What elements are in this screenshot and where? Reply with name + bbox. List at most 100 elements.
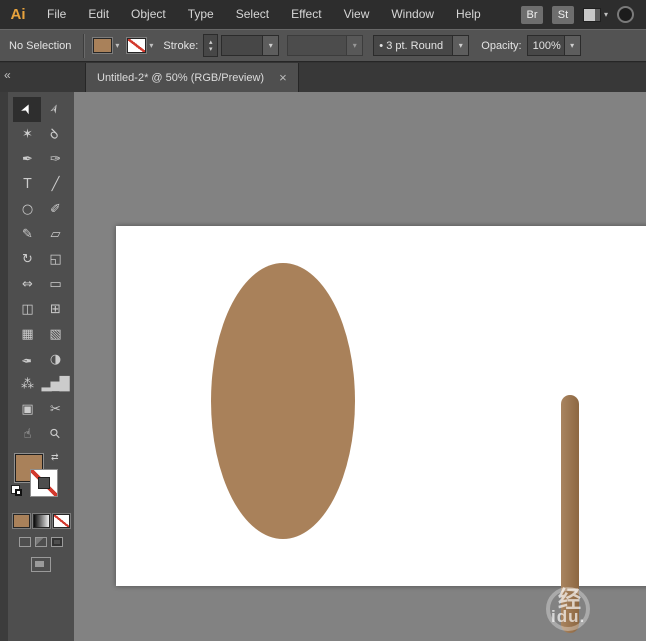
drawing-mode-row bbox=[8, 537, 74, 547]
fill-color-picker[interactable]: ▾ bbox=[93, 38, 119, 53]
none-button[interactable] bbox=[53, 514, 70, 528]
tools-panel: ➤➢✶ρ✒✑T╱○✐✎▱↻◱⇔▭◫⊞▦▧✒◑⁂▂▅█▣✂☝⚲ ⇄ bbox=[8, 92, 74, 641]
paintbrush-tool[interactable]: ✐ bbox=[41, 197, 69, 222]
gradient-button[interactable] bbox=[33, 514, 50, 528]
stroke-swatch[interactable] bbox=[31, 470, 57, 496]
gradient-tool[interactable]: ▧ bbox=[41, 322, 69, 347]
eraser-icon: ▱ bbox=[51, 227, 60, 242]
eraser-tool[interactable]: ▱ bbox=[41, 222, 69, 247]
chevron-down-icon: ▾ bbox=[346, 36, 362, 55]
menu-bar: Ai FileEditObjectTypeSelectEffectViewWin… bbox=[0, 0, 646, 29]
brown-ellipse-shape[interactable] bbox=[211, 263, 355, 539]
close-icon[interactable]: × bbox=[279, 71, 287, 84]
blend-tool[interactable]: ◑ bbox=[41, 347, 69, 372]
lasso-tool[interactable]: ρ bbox=[41, 122, 69, 147]
menu-help[interactable]: Help bbox=[445, 0, 492, 29]
lasso-icon: ρ bbox=[47, 127, 63, 143]
workspace-switcher[interactable]: ▾ bbox=[583, 8, 608, 22]
artboard-tool[interactable]: ▣ bbox=[13, 397, 41, 422]
divider bbox=[83, 34, 85, 58]
magic-wand-tool[interactable]: ✶ bbox=[13, 122, 41, 147]
symbol-sprayer-icon: ⁂ bbox=[21, 377, 33, 392]
menu-effect[interactable]: Effect bbox=[280, 0, 332, 29]
brush-definition-combo[interactable]: • 3 pt. Round ▾ bbox=[373, 35, 469, 56]
menu-items: FileEditObjectTypeSelectEffectViewWindow… bbox=[36, 0, 492, 29]
draw-behind-button[interactable] bbox=[35, 537, 47, 547]
perspective-grid-tool[interactable]: ⊞ bbox=[41, 297, 69, 322]
menu-type[interactable]: Type bbox=[177, 0, 225, 29]
opacity-value: 100% bbox=[528, 40, 564, 52]
brush-definition-value: • 3 pt. Round bbox=[374, 40, 452, 52]
fill-stroke-area: ⇄ bbox=[8, 452, 74, 510]
draw-inside-button[interactable] bbox=[51, 537, 63, 547]
control-bar: No Selection ▾ ▾ Stroke: ▴ ▾ ▾ ▾ • 3 pt.… bbox=[0, 29, 646, 62]
free-transform-tool[interactable]: ▭ bbox=[41, 272, 69, 297]
slice-tool[interactable]: ✂ bbox=[41, 397, 69, 422]
work-area: ➤➢✶ρ✒✑T╱○✐✎▱↻◱⇔▭◫⊞▦▧✒◑⁂▂▅█▣✂☝⚲ ⇄ bbox=[0, 92, 646, 641]
pencil-tool[interactable]: ✎ bbox=[13, 222, 41, 247]
line-segment-tool[interactable]: ╱ bbox=[41, 172, 69, 197]
tools-grid: ➤➢✶ρ✒✑T╱○✐✎▱↻◱⇔▭◫⊞▦▧✒◑⁂▂▅█▣✂☝⚲ bbox=[8, 97, 74, 447]
width-icon: ⇔ bbox=[22, 277, 32, 292]
menu-object[interactable]: Object bbox=[120, 0, 177, 29]
menu-window[interactable]: Window bbox=[380, 0, 445, 29]
tab-bar: « Untitled-2* @ 50% (RGB/Preview) × bbox=[0, 63, 646, 92]
artboard-icon: ▣ bbox=[21, 402, 32, 417]
pen-tool[interactable]: ✒ bbox=[13, 147, 41, 172]
color-button[interactable] bbox=[13, 514, 30, 528]
menu-file[interactable]: File bbox=[36, 0, 77, 29]
direct-selection-icon: ➢ bbox=[46, 102, 64, 117]
line-segment-icon: ╱ bbox=[52, 177, 59, 192]
selection-tool[interactable]: ➤ bbox=[13, 97, 41, 122]
stroke-width-combo[interactable]: ▾ bbox=[221, 35, 279, 56]
swap-fill-stroke-icon[interactable]: ⇄ bbox=[51, 452, 59, 463]
symbol-sprayer-tool[interactable]: ⁂ bbox=[13, 372, 41, 397]
document-tab[interactable]: Untitled-2* @ 50% (RGB/Preview) × bbox=[85, 63, 299, 92]
menu-edit[interactable]: Edit bbox=[77, 0, 120, 29]
menu-view[interactable]: View bbox=[333, 0, 381, 29]
width-tool[interactable]: ⇔ bbox=[13, 272, 41, 297]
hand-tool[interactable]: ☝ bbox=[13, 422, 41, 447]
hand-icon: ☝ bbox=[24, 427, 31, 442]
brush-name: 3 pt. Round bbox=[386, 40, 443, 52]
scale-tool[interactable]: ◱ bbox=[41, 247, 69, 272]
chevron-down-icon: ▾ bbox=[115, 41, 119, 50]
stroke-swatch-hole bbox=[38, 477, 50, 489]
stock-button[interactable]: St bbox=[552, 6, 574, 24]
scale-icon: ◱ bbox=[49, 252, 60, 267]
stroke-width-stepper[interactable]: ▴ ▾ bbox=[203, 34, 218, 57]
workspace-switcher-icon bbox=[583, 8, 601, 22]
curvature-tool[interactable]: ✑ bbox=[41, 147, 69, 172]
variable-width-combo[interactable]: ▾ bbox=[287, 35, 363, 56]
direct-selection-tool[interactable]: ➢ bbox=[41, 97, 69, 122]
ellipse-icon: ○ bbox=[22, 202, 32, 217]
shape-builder-icon: ◫ bbox=[21, 302, 32, 317]
stroke-color-picker[interactable]: ▾ bbox=[127, 38, 153, 53]
type-tool[interactable]: T bbox=[13, 172, 41, 197]
pencil-icon: ✎ bbox=[22, 227, 32, 242]
column-graph-tool[interactable]: ▂▅█ bbox=[41, 372, 69, 397]
rotate-tool[interactable]: ↻ bbox=[13, 247, 41, 272]
mesh-tool[interactable]: ▦ bbox=[13, 322, 41, 347]
shape-builder-tool[interactable]: ◫ bbox=[13, 297, 41, 322]
curvature-icon: ✑ bbox=[50, 152, 60, 167]
collapse-toolbar-button[interactable]: « bbox=[4, 68, 11, 82]
eyedropper-tool[interactable]: ✒ bbox=[13, 347, 41, 372]
draw-normal-button[interactable] bbox=[19, 537, 31, 547]
stroke-swatch-icon bbox=[127, 38, 146, 53]
screen-mode-button[interactable] bbox=[31, 557, 51, 572]
fill-swatch-icon bbox=[93, 38, 112, 53]
selection-icon: ➤ bbox=[18, 102, 36, 117]
stroke-label: Stroke: bbox=[163, 40, 198, 52]
chevron-down-icon: ▾ bbox=[564, 36, 580, 55]
menu-select[interactable]: Select bbox=[225, 0, 280, 29]
mesh-icon: ▦ bbox=[21, 327, 32, 342]
sync-status-icon[interactable] bbox=[617, 6, 634, 23]
zoom-tool[interactable]: ⚲ bbox=[41, 422, 69, 447]
opacity-combo[interactable]: 100% ▾ bbox=[527, 35, 581, 56]
bridge-button[interactable]: Br bbox=[521, 6, 543, 24]
ellipse-tool[interactable]: ○ bbox=[13, 197, 41, 222]
step-up-icon: ▴ bbox=[209, 39, 213, 46]
canvas[interactable]: 经 idu. bbox=[74, 92, 646, 641]
chevron-down-icon: ▾ bbox=[604, 10, 608, 19]
